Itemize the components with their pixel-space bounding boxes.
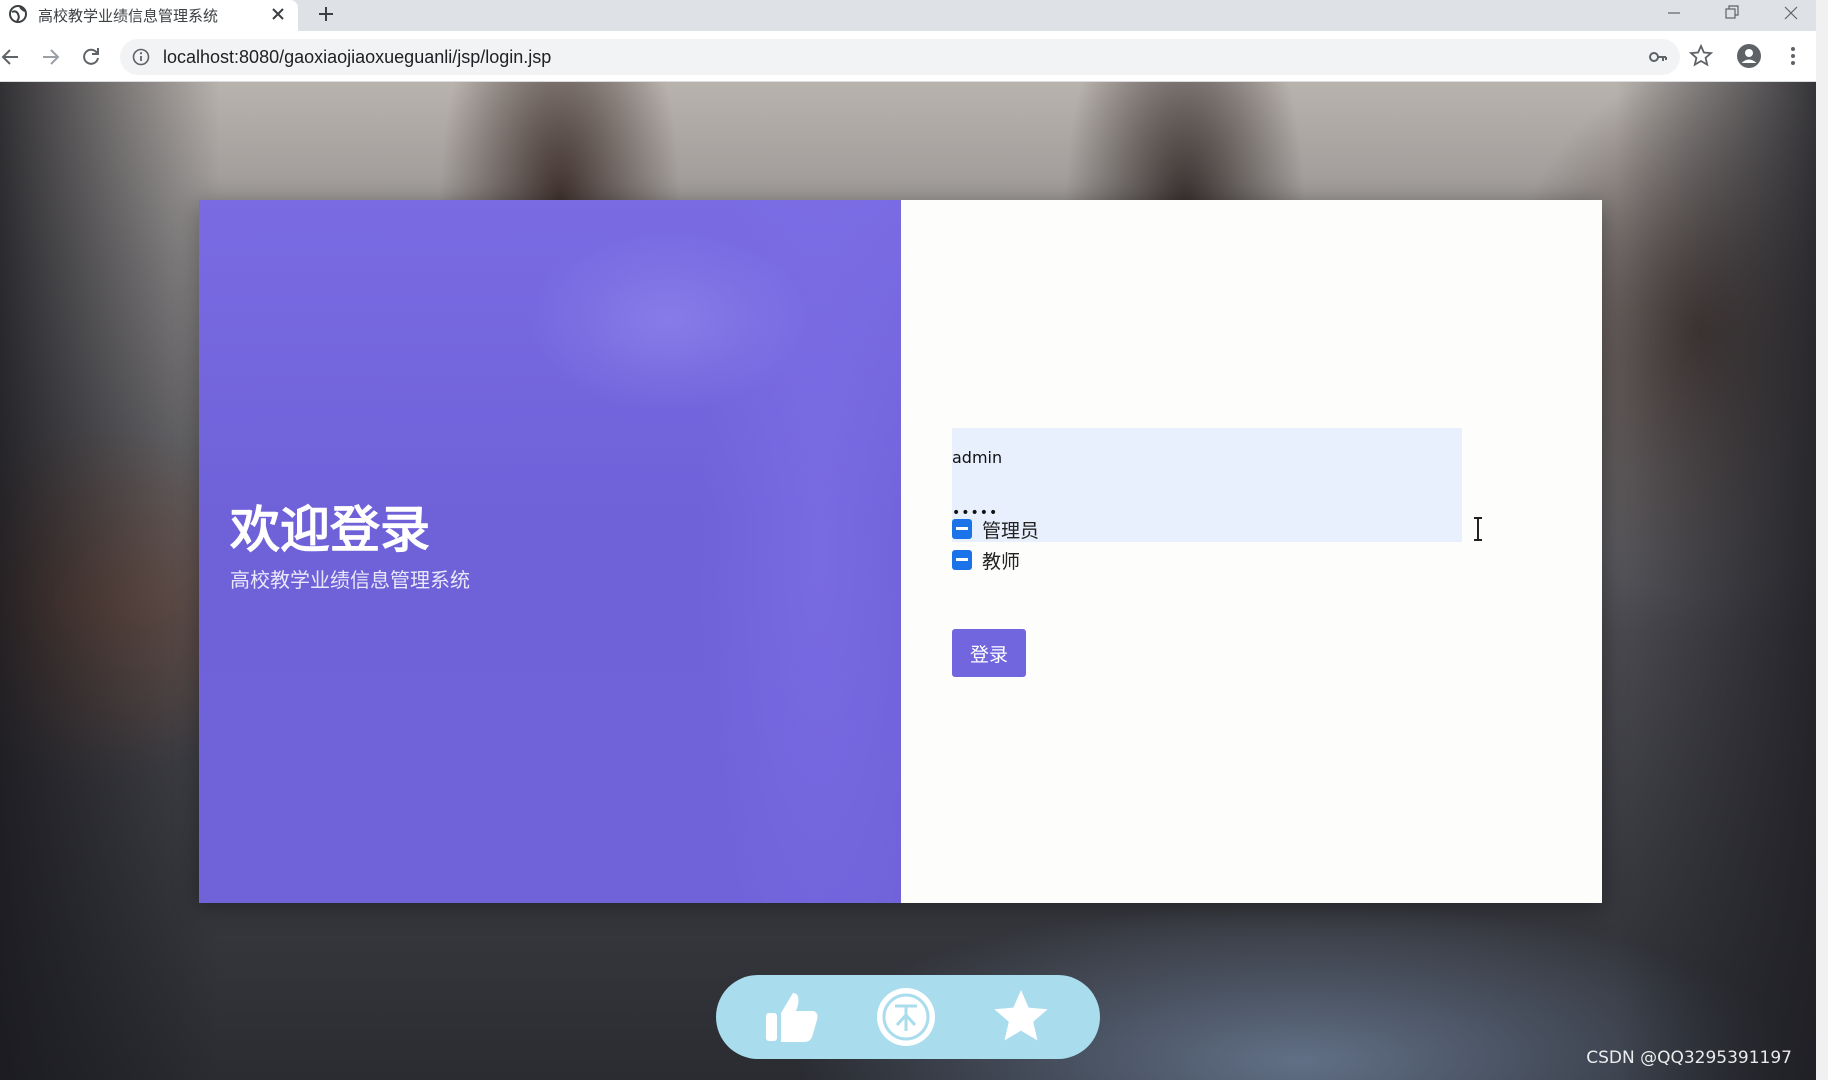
login-button[interactable]: 登录 (952, 629, 1026, 677)
background-shade (1616, 82, 1816, 1080)
login-form-panel: 管理员 教师 登录 (901, 200, 1602, 903)
role-label-teacher: 教师 (982, 550, 1021, 573)
thumbs-up-icon[interactable] (760, 987, 822, 1047)
role-label-admin: 管理员 (982, 519, 1040, 542)
key-icon[interactable] (1648, 47, 1668, 67)
system-name: 高校教学业绩信息管理系统 (230, 568, 470, 592)
coin-icon[interactable] (875, 987, 937, 1047)
username-input[interactable] (952, 442, 1462, 472)
address-bar[interactable]: localhost:8080/gaoxiaojiaoxueguanli/jsp/… (120, 39, 1680, 75)
text-cursor-icon (1474, 517, 1482, 541)
forward-icon[interactable] (39, 46, 61, 68)
scrollbar[interactable] (1816, 0, 1828, 1080)
new-tab-icon[interactable] (316, 4, 336, 24)
restore-icon[interactable] (1722, 4, 1742, 22)
url-text[interactable]: localhost:8080/gaoxiaojiaoxueguanli/jsp/… (163, 47, 551, 68)
profile-avatar-icon[interactable] (1736, 43, 1762, 69)
bookmark-star-icon[interactable] (1688, 43, 1714, 69)
reload-icon[interactable] (80, 46, 102, 68)
site-info-icon[interactable] (132, 48, 150, 66)
background-shade (0, 82, 220, 1080)
back-icon[interactable] (0, 46, 22, 68)
close-window-icon[interactable] (1781, 4, 1801, 22)
welcome-title: 欢迎登录 (230, 501, 430, 559)
role-checkbox-admin[interactable] (952, 519, 972, 539)
floating-action-bar (716, 975, 1100, 1059)
page-viewport: 欢迎登录 高校教学业绩信息管理系统 管理员 教师 登录 (0, 82, 1816, 1080)
watermark: CSDN @QQ3295391197 (1586, 1048, 1792, 1068)
tab-title: 高校教学业绩信息管理系统 (38, 7, 219, 25)
star-icon[interactable] (990, 987, 1052, 1047)
minimize-icon[interactable] (1664, 4, 1684, 22)
role-checkbox-teacher[interactable] (952, 550, 972, 570)
browser-tab-strip: 高校教学业绩信息管理系统 (0, 0, 1816, 31)
login-card: 欢迎登录 高校教学业绩信息管理系统 管理员 教师 登录 (199, 200, 1602, 903)
role-option-admin[interactable]: 管理员 (952, 516, 1039, 542)
browser-tab[interactable]: 高校教学业绩信息管理系统 (0, 0, 298, 31)
globe-icon (9, 5, 27, 23)
welcome-panel: 欢迎登录 高校教学业绩信息管理系统 (199, 200, 901, 903)
more-menu-icon[interactable] (1780, 43, 1806, 69)
role-option-teacher[interactable]: 教师 (952, 547, 1020, 573)
browser-toolbar: localhost:8080/gaoxiaojiaoxueguanli/jsp/… (0, 31, 1816, 82)
close-tab-icon[interactable] (270, 6, 286, 22)
